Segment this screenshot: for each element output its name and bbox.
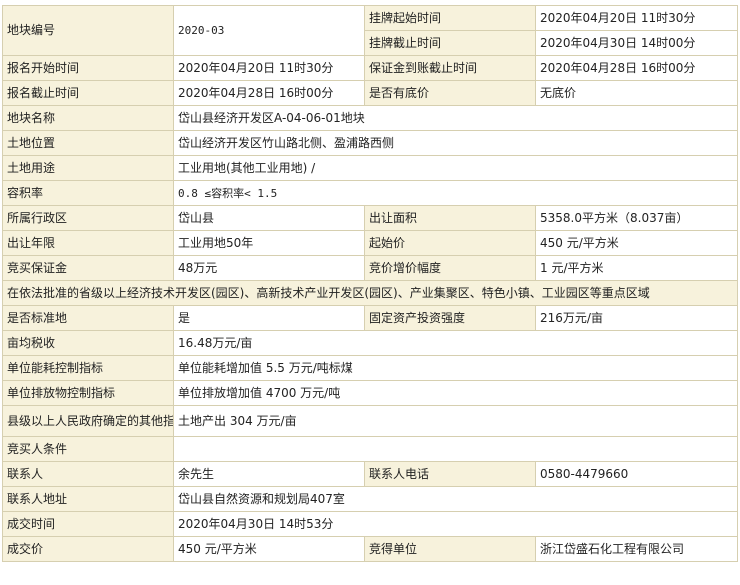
- emission-value: 单位排放增加值 4700 万元/吨: [173, 380, 738, 406]
- row-address: 联系人地址 岱山县自然资源和规划局407室: [2, 486, 738, 512]
- area-value: 5358.0平方米（8.037亩）: [535, 205, 738, 231]
- district-value: 岱山县: [173, 205, 365, 231]
- deal-time-value: 2020年04月30日 14时53分: [173, 511, 738, 537]
- location-value: 岱山经济开发区竹山路北侧、盈浦路西侧: [173, 130, 738, 156]
- row-plot-ratio: 容积率 0.8 ≤容积率< 1.5: [2, 180, 738, 206]
- row-signup-start: 报名开始时间 2020年04月20日 11时30分 保证金到账截止时间 2020…: [2, 55, 738, 81]
- location-label: 土地位置: [2, 130, 174, 156]
- investment-value: 216万元/亩: [535, 305, 738, 331]
- listing-end-value: 2020年04月30日 14时00分: [535, 30, 738, 56]
- address-value: 岱山县自然资源和规划局407室: [173, 486, 738, 512]
- energy-label: 单位能耗控制指标: [2, 355, 174, 381]
- row-signup-end: 报名截止时间 2020年04月28日 16时00分 是否有底价 无底价: [2, 80, 738, 106]
- conditions-value: [173, 436, 738, 462]
- row-tax-per-mu: 亩均税收 16.48万元/亩: [2, 330, 738, 356]
- plot-ratio-label: 容积率: [2, 180, 174, 206]
- deal-price-label: 成交价: [2, 536, 174, 562]
- plot-no-label: 地块编号: [2, 5, 174, 56]
- row-other-index: 县级以上人民政府确定的其他指标 土地产出 304 万元/亩: [2, 405, 738, 437]
- plot-ratio-value: 0.8 ≤容积率< 1.5: [173, 180, 738, 206]
- row-term: 出让年限 工业用地50年 起始价 450 元/平方米: [2, 230, 738, 256]
- other-index-label: 县级以上人民政府确定的其他指标: [2, 405, 174, 437]
- bid-deposit-value: 48万元: [173, 255, 365, 281]
- bid-deposit-label: 竞买保证金: [2, 255, 174, 281]
- other-index-value: 土地产出 304 万元/亩: [173, 405, 738, 437]
- row-conditions: 竞买人条件: [2, 436, 738, 462]
- emission-label: 单位排放物控制指标: [2, 380, 174, 406]
- land-use-value: 工业用地(其他工业用地) /: [173, 155, 738, 181]
- increment-label: 竞价增价幅度: [364, 255, 536, 281]
- standard-land-value: 是: [173, 305, 365, 331]
- signup-end-value: 2020年04月28日 16时00分: [173, 80, 365, 106]
- contact-value: 余先生: [173, 461, 365, 487]
- row-emission: 单位排放物控制指标 单位排放增加值 4700 万元/吨: [2, 380, 738, 406]
- standard-land-label: 是否标准地: [2, 305, 174, 331]
- term-label: 出让年限: [2, 230, 174, 256]
- plot-name-value: 岱山县经济开发区A-04-06-01地块: [173, 105, 738, 131]
- deal-price-value: 450 元/平方米: [173, 536, 365, 562]
- energy-value: 单位能耗增加值 5.5 万元/吨标煤: [173, 355, 738, 381]
- row-plot-name: 地块名称 岱山县经济开发区A-04-06-01地块: [2, 105, 738, 131]
- row-standard-land: 是否标准地 是 固定资产投资强度 216万元/亩: [2, 305, 738, 331]
- row-land-use: 土地用途 工业用地(其他工业用地) /: [2, 155, 738, 181]
- term-value: 工业用地50年: [173, 230, 365, 256]
- row-energy: 单位能耗控制指标 单位能耗增加值 5.5 万元/吨标煤: [2, 355, 738, 381]
- zone-notice-text: 在依法批准的省级以上经济技术开发区(园区)、高新技术产业开发区(园区)、产业集聚…: [2, 280, 738, 306]
- land-use-label: 土地用途: [2, 155, 174, 181]
- listing-start-label: 挂牌起始时间: [364, 5, 536, 31]
- plot-name-label: 地块名称: [2, 105, 174, 131]
- row-deal-time: 成交时间 2020年04月30日 14时53分: [2, 511, 738, 537]
- start-price-label: 起始价: [364, 230, 536, 256]
- row-deal-price: 成交价 450 元/平方米 竞得单位 浙江岱盛石化工程有限公司: [2, 536, 738, 562]
- signup-end-label: 报名截止时间: [2, 80, 174, 106]
- winner-label: 竞得单位: [364, 536, 536, 562]
- signup-start-value: 2020年04月20日 11时30分: [173, 55, 365, 81]
- deposit-deadline-value: 2020年04月28日 16时00分: [535, 55, 738, 81]
- listing-start-value: 2020年04月20日 11时30分: [535, 5, 738, 31]
- phone-value: 0580-4479660: [535, 461, 738, 487]
- land-info-table: 地块编号 2020-03 挂牌起始时间 2020年04月20日 11时30分 挂…: [2, 5, 738, 562]
- row-contact: 联系人 余先生 联系人电话 0580-4479660: [2, 461, 738, 487]
- row-bid-deposit: 竞买保证金 48万元 竞价增价幅度 1 元/平方米: [2, 255, 738, 281]
- district-label: 所属行政区: [2, 205, 174, 231]
- listing-end-label: 挂牌截止时间: [364, 30, 536, 56]
- address-label: 联系人地址: [2, 486, 174, 512]
- contact-label: 联系人: [2, 461, 174, 487]
- row-listing-start: 地块编号 2020-03 挂牌起始时间 2020年04月20日 11时30分: [2, 5, 738, 56]
- row-location: 土地位置 岱山经济开发区竹山路北侧、盈浦路西侧: [2, 130, 738, 156]
- start-price-value: 450 元/平方米: [535, 230, 738, 256]
- phone-label: 联系人电话: [364, 461, 536, 487]
- deposit-deadline-label: 保证金到账截止时间: [364, 55, 536, 81]
- increment-value: 1 元/平方米: [535, 255, 738, 281]
- tax-per-mu-value: 16.48万元/亩: [173, 330, 738, 356]
- conditions-label: 竞买人条件: [2, 436, 174, 462]
- winner-value: 浙江岱盛石化工程有限公司: [535, 536, 738, 562]
- deal-time-label: 成交时间: [2, 511, 174, 537]
- reserve-price-label: 是否有底价: [364, 80, 536, 106]
- plot-no-value: 2020-03: [173, 5, 365, 56]
- signup-start-label: 报名开始时间: [2, 55, 174, 81]
- row-zone-notice: 在依法批准的省级以上经济技术开发区(园区)、高新技术产业开发区(园区)、产业集聚…: [2, 280, 738, 306]
- reserve-price-value: 无底价: [535, 80, 738, 106]
- area-label: 出让面积: [364, 205, 536, 231]
- investment-label: 固定资产投资强度: [364, 305, 536, 331]
- tax-per-mu-label: 亩均税收: [2, 330, 174, 356]
- row-district: 所属行政区 岱山县 出让面积 5358.0平方米（8.037亩）: [2, 205, 738, 231]
